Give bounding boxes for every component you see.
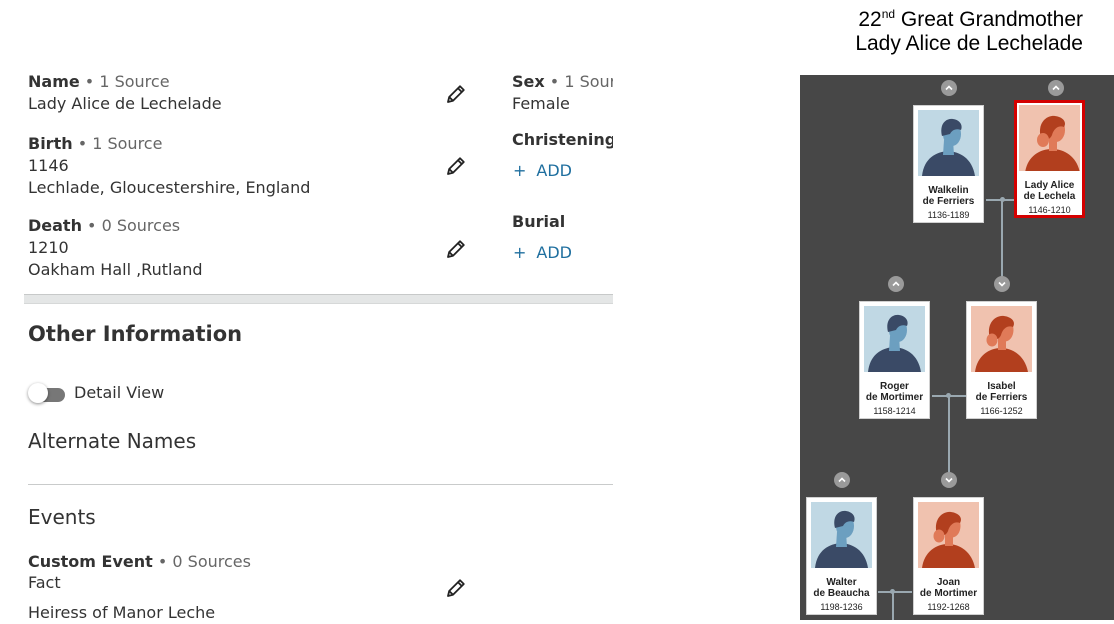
burial-title: Burial [512,212,566,231]
sex-field: Sex • 1 Sourc Female [512,71,613,121]
death-title: Death [28,216,82,235]
custom-event-source-count[interactable]: • 0 Sources [153,552,251,571]
relationship-ordinal: nd [881,7,896,21]
person-name: Lady Alice de Lechela [1023,180,1076,202]
female-avatar-icon [1019,105,1080,171]
death-date: 1210 [28,238,69,257]
person-dates: 1192-1268 [927,602,970,612]
death-place: Oakham Hall ,Rutland [28,260,203,279]
sex-source-count[interactable]: • 1 Sourc [545,72,613,91]
death-label: Death • 0 Sources [28,215,180,237]
person-dates: 1146-1210 [1028,205,1071,215]
custom-event-description: Heiress of Manor Leche [28,603,216,622]
detail-view-label: Detail View [74,383,165,402]
death-source-count[interactable]: • 0 Sources [82,216,180,235]
collapse-joan-chevron-down-icon[interactable] [941,472,957,488]
plus-icon: + [513,243,527,262]
relationship-label: Great Grandmother [895,8,1083,31]
name-source-count[interactable]: • 1 Source [80,72,170,91]
person-name: Isabel de Ferriers [975,381,1028,403]
person-card-alice-selected[interactable]: Lady Alice de Lechela 1146-1210 [1014,100,1085,218]
detail-view-toggle[interactable] [28,383,65,403]
sex-title: Sex [512,72,545,91]
birth-label: Birth • 1 Source [28,133,162,155]
person-name: Roger de Mortimer [865,381,924,403]
edit-birth-pencil-icon[interactable] [444,154,468,178]
person-dates: 1166-1252 [980,406,1023,416]
birth-title: Birth [28,134,73,153]
section-divider [24,294,613,304]
alternate-names-heading: Alternate Names [28,429,197,453]
birth-place: Lechlade, Gloucestershire, England [28,178,311,197]
edit-name-pencil-icon[interactable] [444,82,468,106]
person-card-walkelin[interactable]: Walkelin de Ferriers 1136-1189 [913,105,984,223]
edit-custom-event-pencil-icon[interactable] [444,576,468,600]
expand-parents-walkelin-chevron-up-icon[interactable] [941,80,957,96]
alternate-names-divider [28,484,613,485]
burial-label: Burial [512,211,565,233]
person-dates: 1158-1214 [873,406,916,416]
add-christening-link[interactable]: + ADD [513,161,572,180]
plus-icon: + [513,161,527,180]
custom-event-label: Custom Event • 0 Sources [28,551,251,573]
descent-line [948,396,950,482]
female-avatar-icon [918,502,979,568]
events-heading: Events [28,505,96,529]
sex-label: Sex • 1 Sourc [512,71,613,93]
custom-event-title: Custom Event [28,552,153,571]
couple-connector [878,591,912,593]
add-burial-label: ADD [536,243,572,262]
descent-line [892,592,894,620]
collapse-isabel-chevron-down-icon[interactable] [994,276,1010,292]
add-burial-link[interactable]: + ADD [513,243,572,262]
expand-parents-roger-chevron-up-icon[interactable] [888,276,904,292]
detail-view-toggle-row[interactable]: Detail View [28,382,168,404]
person-dates: 1198-1236 [820,602,863,612]
person-card-walter[interactable]: Walter de Beaucha 1198-1236 [806,497,877,615]
person-card-joan[interactable]: Joan de Mortimer 1192-1268 [913,497,984,615]
male-avatar-icon [918,110,979,176]
person-name: Walkelin de Ferriers [922,185,975,207]
male-avatar-icon [864,306,925,372]
relationship-title: 22nd Great Grandmother [855,8,1083,32]
other-information-heading: Other Information [28,322,243,346]
christening-label: Christening [512,129,613,151]
expand-parents-walter-chevron-up-icon[interactable] [834,472,850,488]
connector-dot [1000,197,1005,202]
person-dates: 1136-1189 [927,210,970,220]
person-name: Joan de Mortimer [919,577,978,599]
connector-dot [946,393,951,398]
name-label: Name • 1 Source [28,71,170,93]
expand-parents-alice-chevron-up-icon[interactable] [1048,80,1064,96]
custom-event-type: Fact [28,573,61,592]
family-tree-panel: Walkelin de Ferriers 1136-1189 Lady Alice… [800,75,1114,620]
name-title: Name [28,72,80,91]
name-value: Lady Alice de Lechelade [28,94,222,113]
relationship-generation: 22 [858,8,882,31]
ancestor-name: Lady Alice de Lechelade [855,32,1083,55]
birth-source-count[interactable]: • 1 Source [73,134,163,153]
female-avatar-icon [971,306,1032,372]
person-card-isabel[interactable]: Isabel de Ferriers 1166-1252 [966,301,1037,419]
person-name: Walter de Beaucha [813,577,870,599]
connector-dot [890,589,895,594]
person-card-roger[interactable]: Roger de Mortimer 1158-1214 [859,301,930,419]
add-christening-label: ADD [536,161,572,180]
toggle-knob [28,383,48,403]
relationship-heading: 22nd Great Grandmother Lady Alice de Lec… [855,8,1083,56]
male-avatar-icon [811,502,872,568]
birth-date: 1146 [28,156,69,175]
christening-title: Christening [512,130,613,149]
sex-value: Female [512,94,570,113]
descent-line [1001,200,1003,284]
edit-death-pencil-icon[interactable] [444,237,468,261]
